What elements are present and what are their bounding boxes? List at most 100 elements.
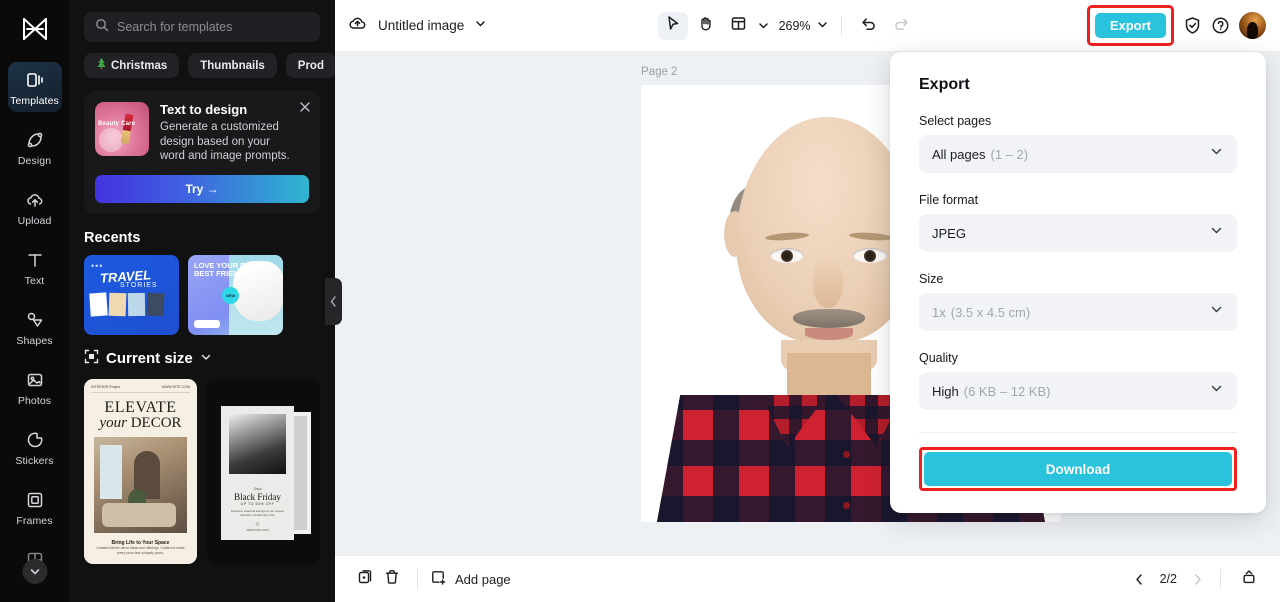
- resize-icon: [84, 349, 99, 369]
- delete-page-button[interactable]: [379, 566, 405, 592]
- try-button[interactable]: Try →: [95, 174, 309, 203]
- shapes-icon: [24, 309, 46, 331]
- promo-title: Text to design: [160, 102, 248, 117]
- avatar[interactable]: [1238, 12, 1266, 39]
- chevron-down-icon: [1209, 223, 1224, 243]
- new-badge: NEW: [222, 286, 239, 304]
- chip-thumbnails[interactable]: Thumbnails: [188, 53, 277, 78]
- rail-more-button[interactable]: [22, 559, 47, 584]
- chip-christmas[interactable]: Christmas: [84, 53, 180, 78]
- recent-card-travel[interactable]: ••• TRAVEL STORIES: [84, 254, 179, 335]
- chevron-down-icon: [816, 18, 829, 34]
- file-format-dropdown[interactable]: JPEG: [919, 214, 1237, 252]
- panel-divider: [919, 432, 1237, 433]
- trash-icon: [383, 568, 401, 591]
- size-dropdown[interactable]: 1x (3.5 x 4.5 cm): [919, 293, 1237, 331]
- sidebar-item-design[interactable]: Design: [8, 122, 62, 172]
- export-button-highlight: Export: [1086, 5, 1174, 46]
- sidebar-collapse-handle[interactable]: [325, 278, 342, 325]
- chevron-down-icon: [1209, 302, 1224, 322]
- add-page-label: Add page: [455, 571, 511, 587]
- shop-now-button[interactable]: [194, 319, 220, 328]
- quality-dropdown[interactable]: High (6 KB – 12 KB): [919, 372, 1237, 410]
- document-title[interactable]: Untitled image: [378, 18, 464, 33]
- page-grid-button[interactable]: [1236, 566, 1262, 592]
- sidebar-item-templates[interactable]: Templates: [7, 62, 62, 112]
- sidebar-item-label: Design: [17, 155, 52, 167]
- main-area: Untitled image 269% Export Page 2 Add pa…: [335, 0, 1280, 602]
- template-subtitle: UP TO 50% OFF: [240, 501, 275, 506]
- template-title: Black Friday: [234, 491, 281, 502]
- app-root: Templates Design Upload Text Shapes Phot…: [0, 0, 1280, 602]
- search-placeholder: Search for templates: [117, 20, 233, 34]
- sidebar-item-photos[interactable]: Photos: [8, 362, 62, 412]
- duplicate-page-button[interactable]: [353, 566, 379, 592]
- template-grid: INTERIOR Project WWW.SITE.COM ELEVATE yo…: [84, 378, 320, 564]
- chip-label: Christmas: [111, 59, 168, 72]
- help-circle-icon[interactable]: [1211, 16, 1230, 35]
- download-button[interactable]: Download: [924, 452, 1232, 486]
- stickers-icon: [24, 429, 46, 451]
- templates-icon: [24, 69, 46, 91]
- sidebar-item-stickers[interactable]: Stickers: [8, 422, 62, 472]
- template-header-left: INTERIOR Project: [91, 384, 121, 389]
- decoration-dots: •••: [91, 260, 104, 271]
- undo-button[interactable]: [854, 12, 884, 40]
- sidebar-item-label: Text: [24, 275, 45, 287]
- layout-tool-button[interactable]: [724, 12, 754, 40]
- search-icon: [95, 18, 109, 37]
- quality-sub: (6 KB – 12 KB): [963, 383, 1051, 399]
- template-card-elevate-decor[interactable]: INTERIOR Project WWW.SITE.COM ELEVATE yo…: [84, 378, 197, 564]
- chevron-down-icon[interactable]: [757, 19, 770, 32]
- template-card-black-friday[interactable]: Shop Black Friday UP TO 50% OFF Exclusiv…: [207, 378, 320, 564]
- search-input[interactable]: Search for templates: [84, 12, 320, 42]
- promo-description: Generate a customized design based on yo…: [160, 121, 290, 162]
- select-pages-sub: (1 – 2): [990, 146, 1029, 162]
- current-size-selector[interactable]: Current size: [84, 349, 320, 369]
- sidebar-item-shapes[interactable]: Shapes: [8, 302, 62, 352]
- export-button[interactable]: Export: [1094, 13, 1166, 38]
- template-photo: [229, 413, 286, 474]
- zoom-level-selector[interactable]: 269%: [779, 18, 829, 34]
- add-page-icon: [430, 569, 447, 589]
- sidebar-item-text[interactable]: Text: [8, 242, 62, 292]
- file-format-label: File format: [919, 193, 979, 207]
- hand-icon: [697, 15, 714, 37]
- text-icon: [24, 249, 46, 271]
- templates-sidebar-panel: Search for templates Christmas Thumbnail…: [69, 0, 335, 602]
- hand-tool-button[interactable]: [691, 12, 721, 40]
- duplicate-page-icon: [357, 568, 375, 591]
- capcut-logo-icon[interactable]: [18, 14, 52, 44]
- size-sub: (3.5 x 4.5 cm): [950, 304, 1031, 320]
- sidebar-item-label: Templates: [10, 95, 59, 107]
- top-toolbar: Untitled image 269% Export: [335, 0, 1280, 52]
- chip-label: Thumbnails: [200, 59, 265, 72]
- cursor-arrow-icon: [664, 15, 681, 37]
- shield-check-icon[interactable]: [1183, 16, 1202, 35]
- chevron-down-icon[interactable]: [474, 17, 487, 35]
- page-grid-icon: [1240, 568, 1258, 591]
- redo-button[interactable]: [887, 12, 917, 40]
- select-tool-button[interactable]: [657, 11, 688, 40]
- cloud-saved-icon[interactable]: [347, 13, 368, 39]
- select-pages-dropdown[interactable]: All pages (1 – 2): [919, 135, 1237, 173]
- recent-card-pet[interactable]: LOVE YOUR FURRY BEST FRIEND NEW: [188, 254, 283, 335]
- sidebar-item-label: Shapes: [16, 335, 53, 347]
- sidebar-item-label: Photos: [17, 395, 52, 407]
- close-icon[interactable]: [299, 100, 311, 118]
- template-body: Exclusive seasonal savings on our newest…: [231, 508, 284, 517]
- prev-page-button[interactable]: [1132, 572, 1147, 587]
- chip-label: Prod: [297, 59, 324, 72]
- frames-icon: [24, 489, 46, 511]
- redo-icon: [893, 15, 910, 37]
- page-label: Page 2: [641, 66, 678, 78]
- sidebar-item-upload[interactable]: Upload: [8, 182, 62, 232]
- next-page-button[interactable]: [1190, 572, 1205, 587]
- template-footer-text: Curated interior decor ideas and offerin…: [96, 545, 185, 555]
- select-pages-label: Select pages: [919, 114, 992, 128]
- chip-products[interactable]: Prod: [285, 53, 335, 78]
- sidebar-item-label: Frames: [16, 515, 53, 527]
- polaroid-stack: [89, 291, 165, 317]
- sidebar-item-frames[interactable]: Frames: [8, 482, 62, 532]
- add-page-button[interactable]: Add page: [430, 569, 511, 589]
